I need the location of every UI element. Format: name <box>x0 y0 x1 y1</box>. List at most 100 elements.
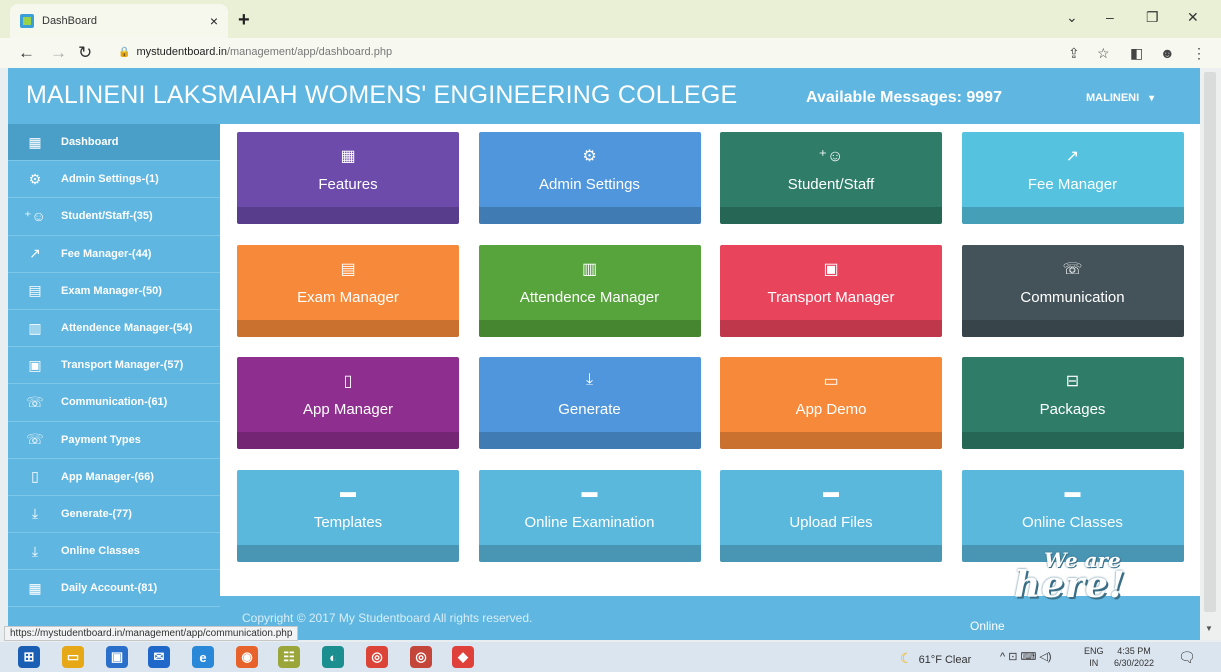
tile-label: Attendence Manager <box>519 288 660 306</box>
tile-communication[interactable]: ☏ Communication <box>961 244 1184 337</box>
tile-icon: ▬ <box>1064 483 1081 501</box>
available-messages: Available Messages: 9997 <box>806 89 1002 106</box>
tile-icon: ▤ <box>340 260 356 278</box>
tile-icon: ⊟ <box>1065 373 1080 390</box>
browser-menu-icon[interactable]: ⋮ <box>1192 45 1206 62</box>
tile-label: Templates <box>313 513 383 531</box>
sidebar-item-payment-types[interactable]: ☏ Payment Types <box>8 422 220 459</box>
bookmark-star-icon[interactable]: ☆ <box>1097 45 1110 62</box>
tab-close-icon[interactable]: × <box>210 13 218 29</box>
weather-widget[interactable]: ☾ 61°F Clear <box>900 650 971 667</box>
tile-generate[interactable]: ⤓ Generate <box>478 357 701 449</box>
url-host: mystudentboard.in <box>136 46 227 58</box>
tile-footer-bar <box>237 207 459 224</box>
sidebar-item-label: App Manager-(66) <box>61 470 154 483</box>
sidebar-item-transport-manager[interactable]: ▣ Transport Manager-(57) <box>8 347 220 385</box>
tile-footer-bar <box>478 207 701 224</box>
online-status[interactable]: Online <box>970 619 1005 633</box>
anydesk-icon[interactable]: ◆ <box>452 646 474 668</box>
tile-transport-manager[interactable]: ▣ Transport Manager <box>720 244 942 337</box>
scrollbar-thumb[interactable] <box>1204 72 1216 612</box>
browser-tab[interactable]: DashBoard × <box>10 4 228 38</box>
chrome-profile-icon[interactable]: ◎ <box>410 646 432 668</box>
firefox-icon[interactable]: ◉ <box>236 646 258 668</box>
reload-button[interactable]: ↻ <box>78 43 92 63</box>
address-bar: ← → ↻ 🔒 mystudentboard.in/management/app/… <box>0 38 1221 68</box>
tile-features[interactable]: ▦ Features <box>237 132 459 224</box>
system-tray[interactable]: ^ ⊡ ⌨ ◁) <box>1000 650 1052 663</box>
back-button[interactable]: ← <box>18 43 35 63</box>
chat-badge-line2: here! <box>1014 564 1126 606</box>
url-field[interactable]: 🔒 mystudentboard.in/management/app/dashbo… <box>118 46 392 58</box>
scroll-down-arrow-icon[interactable]: ▼ <box>1205 624 1213 633</box>
tile-icon: ↗ <box>1065 148 1080 165</box>
sidebar-item-dashboard[interactable]: ▦ Dashboard <box>8 124 220 162</box>
tile-student-staff[interactable]: ⁺☺ Student/Staff <box>720 132 942 224</box>
tile-label: Generate <box>558 401 621 418</box>
tile-footer-bar <box>237 319 459 337</box>
tile-icon: ▬ <box>340 483 356 501</box>
minimize-button[interactable]: – <box>1106 9 1114 25</box>
tile-app-demo[interactable]: ▭ App Demo <box>720 357 942 449</box>
tile-label: App Demo <box>795 401 867 418</box>
tile-label: Features <box>318 176 378 193</box>
store-icon[interactable]: ▣ <box>106 646 128 668</box>
sidebar-item-label: Fee Manager-(44) <box>61 247 152 260</box>
sidebar-item-attendence-manager[interactable]: ▥ Attendence Manager-(54) <box>8 310 220 348</box>
new-tab-button[interactable]: + <box>238 9 250 32</box>
sidebar-item-icon: ☏ <box>26 393 44 410</box>
tile-app-manager[interactable]: ▯ App Manager <box>237 357 459 449</box>
chrome-icon[interactable]: ◎ <box>366 646 388 668</box>
tile-icon: ☏ <box>1062 260 1083 278</box>
restore-button[interactable]: ❐ <box>1146 9 1159 26</box>
tile-footer-bar <box>478 319 701 337</box>
sidebar-item-label: Daily Account-(81) <box>61 582 158 595</box>
tile-label: Communication <box>1020 288 1125 306</box>
user-menu[interactable]: MALINENI ▾ <box>1086 92 1154 104</box>
share-icon[interactable]: ⇪ <box>1068 45 1080 62</box>
tile-upload-files[interactable]: ▬ Upload Files <box>720 469 942 562</box>
notification-icon[interactable]: 🗨 <box>1178 649 1196 666</box>
tile-icon: ▥ <box>581 260 598 278</box>
tile-exam-manager[interactable]: ▤ Exam Manager <box>237 244 459 337</box>
side-panel-icon[interactable]: ◧ <box>1130 45 1143 62</box>
taskbar-clock[interactable]: 4:35 PM 6/30/2022 <box>1114 645 1154 669</box>
forward-button[interactable]: → <box>50 43 67 63</box>
tile-footer-bar <box>961 432 1184 449</box>
tile-online-examination[interactable]: ▬ Online Examination <box>478 469 701 562</box>
sidebar-item-icon: ↗ <box>29 245 41 262</box>
app-icon[interactable]: ☷ <box>278 646 300 668</box>
page-scrollbar[interactable]: ▼ <box>1200 68 1221 640</box>
tile-footer-bar <box>720 319 942 337</box>
tile-label: Fee Manager <box>1027 176 1118 193</box>
app-header: MALINENI LAKSMAIAH WOMENS' ENGINEERING C… <box>8 68 1200 124</box>
file-explorer-icon[interactable]: ▭ <box>62 646 84 668</box>
tile-templates[interactable]: ▬ Templates <box>237 469 459 562</box>
sidebar-item-online-classes[interactable]: ⤓ Online Classes <box>8 533 220 571</box>
tab-search-icon[interactable]: ⌄ <box>1066 9 1078 26</box>
tile-fee-manager[interactable]: ↗ Fee Manager <box>961 132 1184 224</box>
language-indicator[interactable]: ENG IN <box>1084 645 1104 669</box>
site-favicon-icon <box>20 14 34 28</box>
tile-packages[interactable]: ⊟ Packages <box>961 357 1184 449</box>
tile-footer-bar <box>720 432 942 449</box>
sidebar-item-daily-account[interactable]: ▦ Daily Account-(81) <box>8 570 220 608</box>
sidebar-item-fee-manager[interactable]: ↗ Fee Manager-(44) <box>8 236 220 273</box>
ie-icon[interactable]: e <box>192 646 214 668</box>
sidebar-item-generate[interactable]: ⤓ Generate-(77) <box>8 496 220 534</box>
mail-icon[interactable]: ✉ <box>148 646 170 668</box>
sidebar-item-student-staff[interactable]: ⁺☺ Student/Staff-(35) <box>8 198 220 236</box>
sidebar-item-communication[interactable]: ☏ Communication-(61) <box>8 384 220 422</box>
profile-icon[interactable]: ☻ <box>1160 45 1175 61</box>
sidebar-item-app-manager[interactable]: ▯ App Manager-(66) <box>8 459 220 496</box>
close-window-button[interactable]: ✕ <box>1187 9 1199 26</box>
chat-widget-badge[interactable]: We are here! <box>1012 548 1142 606</box>
tile-attendence-manager[interactable]: ▥ Attendence Manager <box>478 244 701 337</box>
start-icon[interactable]: ⊞ <box>18 646 40 668</box>
tile-admin-settings[interactable]: ⚙ Admin Settings <box>478 132 701 224</box>
edge-icon[interactable]: ◐ <box>322 646 344 668</box>
tile-footer-bar <box>478 544 701 562</box>
sidebar-item-admin-settings[interactable]: ⚙ Admin Settings-(1) <box>8 161 220 199</box>
sidebar-item-label: Exam Manager-(50) <box>61 284 162 297</box>
sidebar-item-exam-manager[interactable]: ▤ Exam Manager-(50) <box>8 273 220 310</box>
